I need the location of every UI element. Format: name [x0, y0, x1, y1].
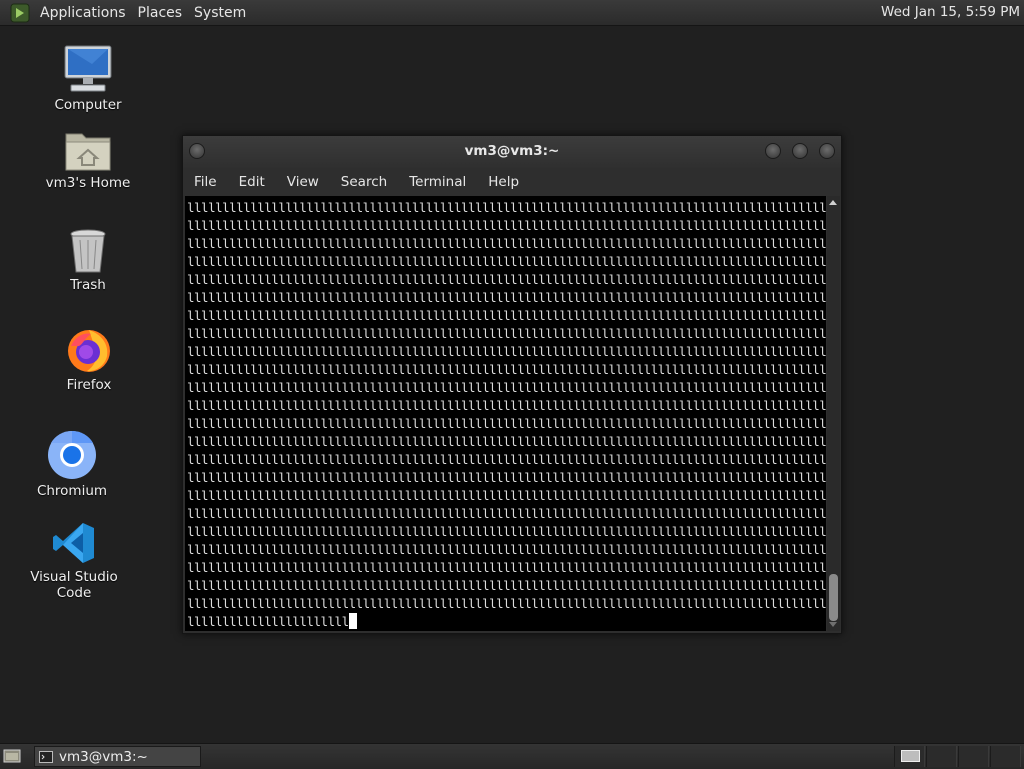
desktop-icon-label: Visual Studio Code — [30, 569, 118, 601]
terminal-scrollbar[interactable] — [827, 196, 840, 631]
menu-help[interactable]: Help — [477, 174, 530, 190]
workspace-1[interactable] — [894, 746, 925, 767]
menu-file[interactable]: File — [183, 174, 228, 190]
desktop-icon-trash[interactable]: Trash — [28, 228, 148, 293]
minimize-button[interactable] — [765, 143, 781, 159]
show-desktop-icon[interactable] — [3, 748, 21, 764]
desktop-icon-label: vm3's Home — [45, 175, 131, 191]
home-folder-icon — [65, 133, 111, 171]
scroll-down-arrow-icon[interactable] — [829, 622, 837, 627]
maximize-button[interactable] — [792, 143, 808, 159]
desktop-icon-label: Trash — [70, 277, 106, 293]
scrollbar-thumb[interactable] — [829, 574, 838, 621]
desktop-icon-chromium[interactable]: Chromium — [12, 430, 132, 499]
taskbar-item-terminal[interactable]: vm3@vm3:~ — [34, 746, 201, 767]
computer-icon — [64, 45, 112, 92]
menu-terminal[interactable]: Terminal — [398, 174, 477, 190]
terminal-icon — [39, 750, 53, 763]
desktop-icon-vscode[interactable]: Visual Studio Code — [14, 520, 134, 601]
desktop-icon-firefox[interactable]: Firefox — [29, 326, 149, 393]
applications-logo-icon[interactable] — [10, 3, 30, 23]
desktop-icon-label: Chromium — [36, 483, 108, 499]
chromium-icon — [48, 430, 96, 479]
menu-edit[interactable]: Edit — [228, 174, 276, 190]
scroll-up-arrow-icon[interactable] — [829, 200, 837, 205]
menu-places[interactable]: Places — [132, 5, 189, 21]
menu-applications[interactable]: Applications — [34, 5, 132, 21]
workspace-4[interactable] — [990, 746, 1021, 767]
window-title: vm3@vm3:~ — [464, 143, 560, 159]
terminal-cursor — [348, 613, 357, 629]
workspace-2[interactable] — [926, 746, 957, 767]
bottom-panel: vm3@vm3:~ — [0, 743, 1024, 769]
terminal-text: llllllllllllllllllllllllllllllllllllllll… — [187, 200, 826, 629]
desktop-icon-home[interactable]: vm3's Home — [28, 128, 148, 191]
close-button[interactable] — [819, 143, 835, 159]
terminal-menubar: File Edit View Search Terminal Help — [183, 168, 841, 196]
desktop-icon-label: Computer — [54, 97, 122, 113]
desktop-icon-computer[interactable]: Computer — [28, 44, 148, 113]
menu-search[interactable]: Search — [330, 174, 398, 190]
top-panel: Applications Places System Wed Jan 15, 5… — [0, 0, 1024, 26]
menu-view[interactable]: View — [276, 174, 330, 190]
terminal-window[interactable]: vm3@vm3:~ File Edit View Search Terminal… — [182, 135, 842, 634]
clock[interactable]: Wed Jan 15, 5:59 PM — [881, 4, 1020, 20]
menu-system[interactable]: System — [188, 5, 252, 21]
desktop-icon-label: Firefox — [66, 377, 112, 393]
workspace-window-preview — [901, 750, 920, 762]
workspace-3[interactable] — [958, 746, 989, 767]
terminal-output[interactable]: llllllllllllllllllllllllllllllllllllllll… — [185, 196, 826, 631]
vscode-icon — [53, 523, 94, 563]
trash-icon — [70, 229, 106, 273]
firefox-icon — [68, 330, 110, 372]
taskbar-item-label: vm3@vm3:~ — [59, 748, 148, 765]
window-titlebar[interactable]: vm3@vm3:~ — [183, 136, 841, 168]
